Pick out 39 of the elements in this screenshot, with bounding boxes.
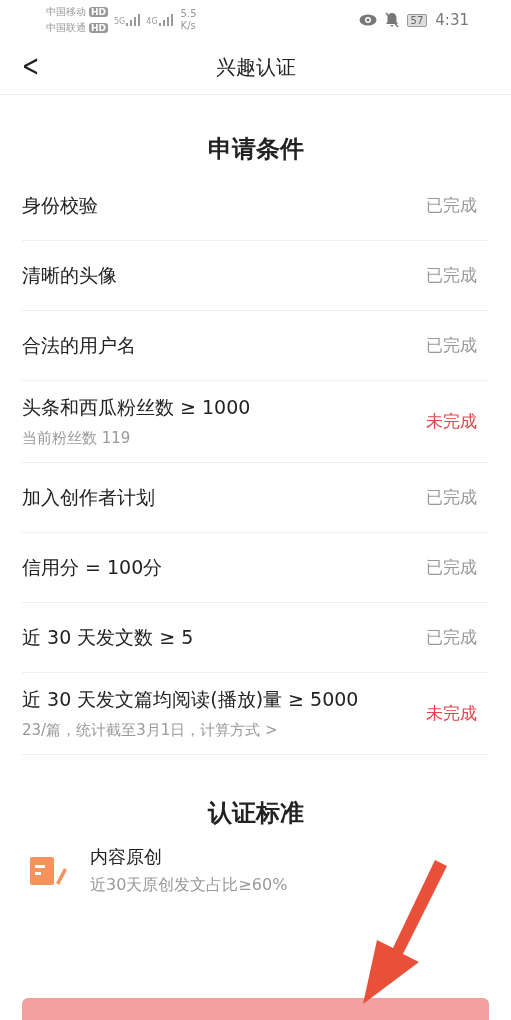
network-type: 5G: [114, 17, 126, 26]
condition-status: 已完成: [426, 264, 478, 287]
hd-badge: HD: [89, 23, 108, 33]
condition-label: 信用分 = 100分: [22, 554, 164, 580]
condition-detail: 当前粉丝数 119: [22, 429, 132, 448]
battery-level: 57: [406, 13, 428, 27]
condition-label: 清晰的头像: [22, 262, 118, 288]
condition-label: 头条和西瓜粉丝数 ≥ 1000: [22, 395, 252, 420]
network-type: 4G: [146, 17, 158, 26]
section-title: 申请条件: [207, 135, 304, 163]
back-button[interactable]: <: [18, 48, 43, 83]
clock-time: 4:31: [435, 11, 469, 29]
condition-status: 未完成: [426, 410, 478, 433]
signal-icon: [126, 14, 141, 26]
speed-unit: K/s: [180, 20, 197, 32]
condition-status: 已完成: [426, 194, 478, 217]
condition-status: 未完成: [426, 702, 478, 725]
condition-detail: 23/篇，统计截至3月1日，计算方式 >: [22, 721, 279, 740]
hd-badge: HD: [89, 7, 108, 17]
condition-label: 合法的用户名: [22, 332, 137, 358]
section-title: 认证标准: [207, 799, 304, 827]
condition-status: 已完成: [426, 626, 478, 649]
standard-title: 内容原创: [90, 845, 163, 869]
eye-icon: [358, 14, 377, 26]
condition-status: 已完成: [426, 334, 478, 357]
document-pen-icon: [28, 854, 68, 887]
muted-bell-icon: [384, 12, 399, 28]
carrier-name: 中国联通: [46, 21, 86, 35]
condition-label: 加入创作者计划: [22, 484, 156, 510]
carrier-name: 中国移动: [46, 5, 86, 19]
standard-detail: 近30天原创发文占比≥60%: [90, 875, 288, 896]
signal-icon: [158, 14, 173, 26]
page-title: 兴趣认证: [215, 53, 296, 81]
condition-status: 已完成: [426, 486, 478, 509]
condition-label: 身份校验: [22, 192, 99, 218]
condition-label: 近 30 天发文数 ≥ 5: [22, 624, 195, 650]
speed-value: 5.5: [180, 8, 197, 20]
condition-label: 近 30 天发文篇均阅读(播放)量 ≥ 5000: [22, 687, 360, 712]
condition-status: 已完成: [426, 556, 478, 579]
